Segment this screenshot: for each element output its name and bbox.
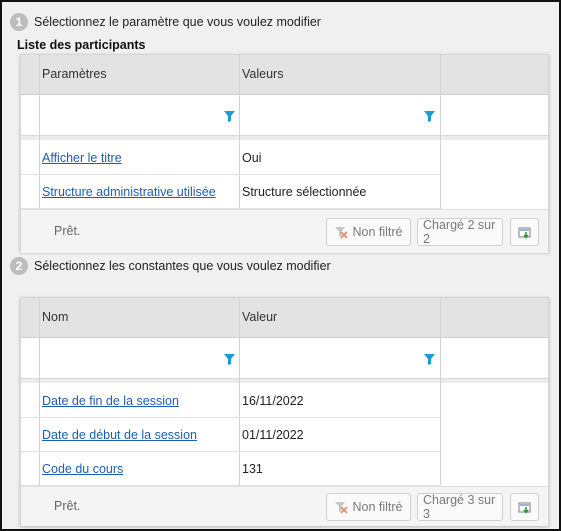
step-1: 1 Sélectionnez le paramètre que vous vou…	[10, 12, 321, 32]
constant-link[interactable]: Date de début de la session	[42, 428, 197, 442]
clear-filter-label: Non filtré	[352, 500, 403, 514]
clear-filter-button[interactable]: Non filtré	[326, 493, 411, 521]
table-row[interactable]: Afficher le titre Oui	[21, 141, 440, 175]
loaded-count-label: Chargé 3 sur 3	[423, 493, 496, 521]
export-button[interactable]	[510, 493, 539, 521]
step-number: 1	[10, 13, 28, 31]
export-icon	[518, 502, 530, 514]
constant-value: 131	[242, 462, 263, 476]
funnel-icon[interactable]	[424, 111, 435, 122]
column-header-values[interactable]: Valeurs	[242, 67, 283, 81]
filter-row	[21, 96, 548, 136]
status-text: Prêt.	[54, 499, 81, 513]
step-2: 2 Sélectionnez les constantes que vous v…	[10, 256, 331, 276]
clear-filter-button[interactable]: Non filtré	[326, 218, 411, 246]
constant-value: 01/11/2022	[242, 428, 304, 442]
export-button[interactable]	[510, 218, 539, 246]
column-header-parameters[interactable]: Paramètres	[42, 67, 107, 81]
table-row[interactable]: Code du cours 131	[21, 452, 440, 486]
funnel-clear-icon	[335, 227, 349, 239]
header-separator	[21, 379, 548, 383]
funnel-clear-icon	[335, 502, 349, 514]
step-instruction: Sélectionnez les constantes que vous vou…	[34, 259, 331, 273]
grid-header: Nom Valeur	[21, 298, 548, 338]
grid-footer: Prêt. Non filtré Chargé 2 sur 2	[21, 209, 548, 253]
funnel-icon[interactable]	[424, 354, 435, 365]
loaded-count-label: Chargé 2 sur 2	[423, 218, 496, 246]
constant-link[interactable]: Date de fin de la session	[42, 394, 179, 408]
loaded-count-button[interactable]: Chargé 2 sur 2	[417, 218, 503, 246]
step-number: 2	[10, 257, 28, 275]
parameter-value: Structure sélectionnée	[242, 185, 367, 199]
header-separator	[21, 136, 548, 140]
step-instruction: Sélectionnez le paramètre que vous voule…	[34, 15, 321, 29]
funnel-icon[interactable]	[224, 111, 235, 122]
funnel-icon[interactable]	[224, 354, 235, 365]
window-frame: 1 Sélectionnez le paramètre que vous vou…	[0, 0, 561, 531]
constant-link[interactable]: Code du cours	[42, 462, 123, 476]
column-divider	[440, 298, 441, 485]
export-icon	[518, 227, 530, 239]
grid-footer: Prêt. Non filtré Chargé 3 sur 3	[21, 486, 548, 526]
parameter-link[interactable]: Structure administrative utilisée	[42, 185, 216, 199]
loaded-count-button[interactable]: Chargé 3 sur 3	[417, 493, 503, 521]
clear-filter-label: Non filtré	[352, 225, 403, 239]
constants-grid: Nom Valeur Date de fin de la session 16/…	[20, 297, 549, 526]
status-text: Prêt.	[54, 224, 81, 238]
constant-value: 16/11/2022	[242, 394, 304, 408]
table-row[interactable]: Date de début de la session 01/11/2022	[21, 418, 440, 452]
grid-header: Paramètres Valeurs	[21, 55, 548, 95]
column-header-value[interactable]: Valeur	[242, 310, 277, 324]
column-header-name[interactable]: Nom	[42, 310, 68, 324]
section-title: Liste des participants	[17, 38, 146, 52]
parameters-grid: Paramètres Valeurs Afficher le titre Oui…	[20, 54, 549, 253]
parameter-link[interactable]: Afficher le titre	[42, 151, 122, 165]
filter-row	[21, 339, 548, 379]
parameter-value: Oui	[242, 151, 262, 165]
table-row[interactable]: Date de fin de la session 16/11/2022	[21, 384, 440, 418]
table-row[interactable]: Structure administrative utilisée Struct…	[21, 175, 440, 209]
column-divider	[440, 55, 441, 209]
